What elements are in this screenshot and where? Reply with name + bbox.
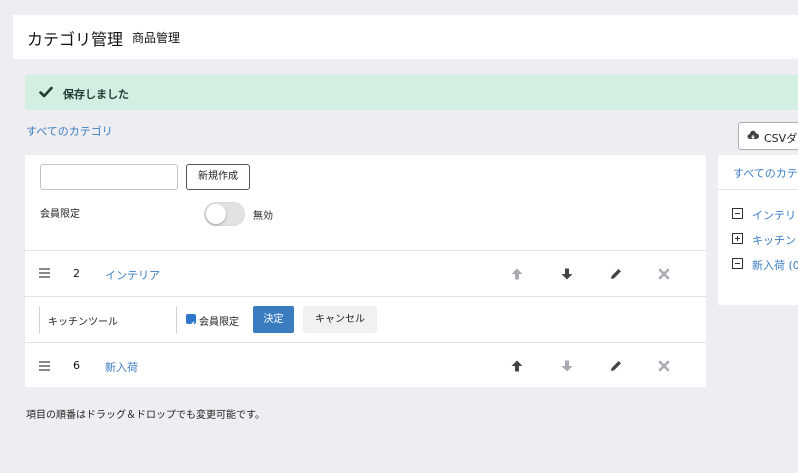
minus-box-icon[interactable]: [732, 258, 743, 269]
new-category-input[interactable]: [40, 164, 178, 190]
checkmark-icon: [187, 321, 195, 328]
move-down-icon[interactable]: [560, 267, 574, 281]
category-tree-panel: すべてのカテ インテリ キッチン 新入荷 (0: [718, 155, 798, 305]
cloud-download-icon: [747, 130, 759, 139]
delete-x-icon[interactable]: [657, 267, 671, 281]
tree-item-label[interactable]: 新入荷 (0: [752, 257, 798, 273]
move-up-icon[interactable]: [510, 267, 524, 281]
category-number: 6: [73, 359, 80, 372]
category-row[interactable]: 2 インテリア: [25, 250, 706, 296]
toggle-status-label: 無効: [253, 211, 273, 222]
confirm-button[interactable]: 決定: [253, 306, 294, 333]
delete-x-icon[interactable]: [657, 359, 671, 373]
drag-handle-icon[interactable]: [39, 268, 50, 280]
category-panel: 新規作成 会員限定 無効 2 インテリア キッチンツール 会員限定 決定 キャン…: [25, 155, 706, 387]
category-name-value: キッチンツール: [48, 317, 118, 328]
category-name-link[interactable]: 新入荷: [105, 359, 138, 375]
all-categories-link[interactable]: すべてのカテゴリ: [26, 123, 113, 139]
category-edit-row: キッチンツール 会員限定 決定 キャンセル: [25, 296, 706, 342]
all-categories-tree-link[interactable]: すべてのカテ: [733, 165, 798, 181]
drag-handle-icon[interactable]: [39, 361, 50, 373]
toggle-knob: [206, 204, 226, 224]
move-down-icon[interactable]: [560, 359, 574, 373]
footnote-text: 項目の順番はドラッグ＆ドロップでも変更可能です。: [26, 410, 265, 421]
category-row[interactable]: 6 新入荷: [25, 342, 706, 387]
category-name-link[interactable]: インテリア: [105, 267, 160, 283]
category-name-input[interactable]: キッチンツール: [39, 306, 177, 334]
check-icon: [39, 86, 53, 98]
tree-item-label[interactable]: キッチン: [752, 232, 796, 248]
page-subtitle: 商品管理: [132, 31, 181, 45]
member-only-label: 会員限定: [40, 209, 80, 220]
success-alert: 保存しました: [25, 75, 798, 110]
member-only-toggle[interactable]: [204, 202, 245, 226]
create-button[interactable]: 新規作成: [186, 164, 250, 190]
edit-pencil-icon[interactable]: [609, 359, 623, 373]
alert-message: 保存しました: [63, 88, 129, 101]
page-header: カテゴリ管理 商品管理: [13, 15, 798, 59]
move-up-icon[interactable]: [510, 359, 524, 373]
member-only-checkbox-label: 会員限定: [199, 317, 239, 328]
plus-box-icon[interactable]: [732, 233, 743, 244]
edit-pencil-icon[interactable]: [609, 267, 623, 281]
category-number: 2: [73, 267, 80, 280]
tree-item-label[interactable]: インテリ: [752, 207, 796, 223]
category-tree-header: すべてのカテ: [718, 155, 798, 190]
minus-box-icon[interactable]: [732, 208, 743, 219]
cancel-button[interactable]: キャンセル: [303, 306, 377, 333]
member-only-checkbox[interactable]: [186, 314, 196, 328]
csv-download-button[interactable]: CSVダ: [738, 122, 798, 150]
csv-button-label: CSVダ: [764, 132, 798, 145]
page-title: カテゴリ管理: [27, 30, 124, 49]
